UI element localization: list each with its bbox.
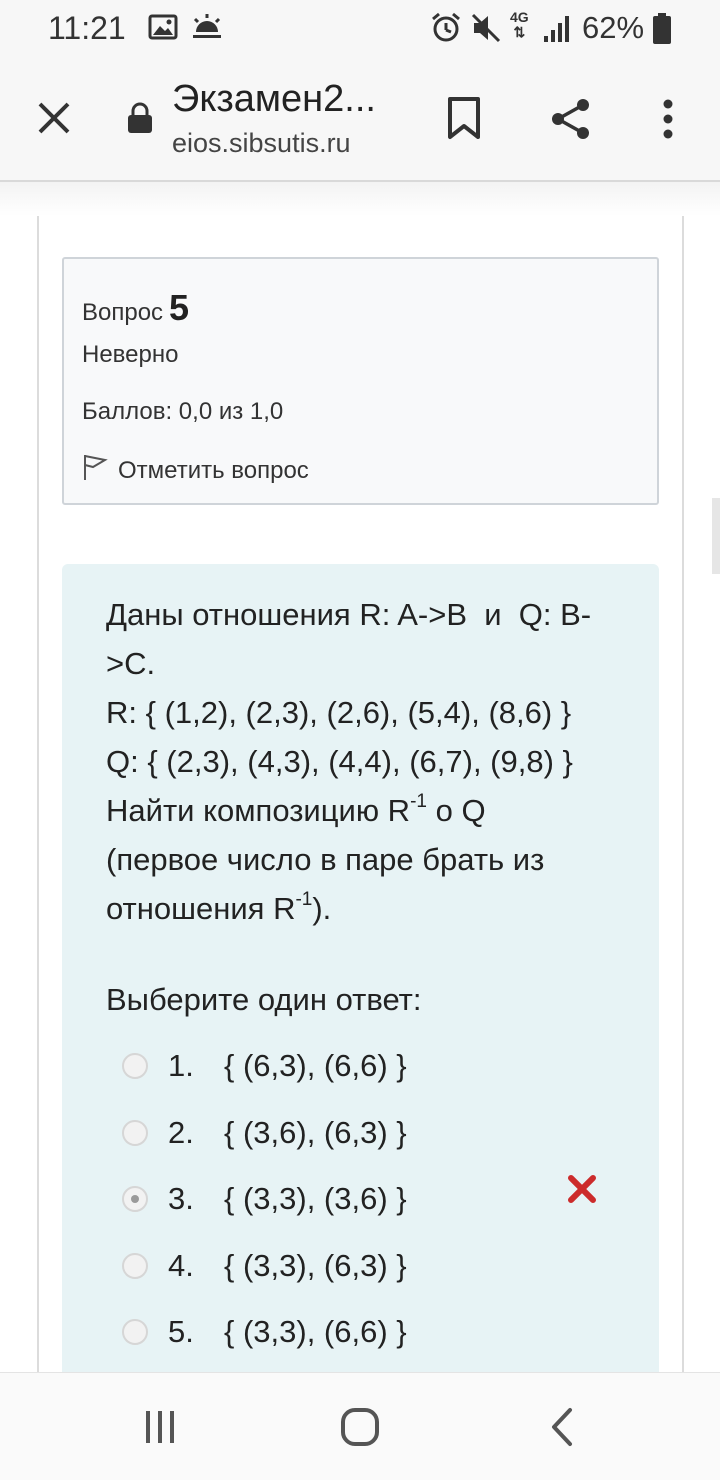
option-text: { (6,3), (6,6) } — [224, 1048, 407, 1083]
question-line: (первое число в паре брать из — [106, 842, 545, 877]
alarm-icon — [430, 12, 462, 49]
status-time: 11:21 — [48, 10, 126, 46]
battery-percent: 62% — [582, 10, 645, 45]
image-icon — [148, 12, 178, 47]
scrollbar[interactable] — [712, 498, 720, 574]
question-line: R: { (1,2), (2,3), (2,6), (5,4), (8,6) } — [106, 695, 572, 730]
question-line: Найти композицию R-1 o Q — [106, 790, 486, 828]
question-content: Даны отношения R: A->B и Q: B- >C. R: { … — [62, 564, 659, 1372]
option-text: { (3,3), (3,6) } — [224, 1181, 407, 1216]
question-label-text: Вопрос — [82, 299, 164, 326]
incorrect-icon — [567, 1174, 597, 1209]
radio-button[interactable] — [122, 1053, 148, 1079]
frame-border — [682, 216, 684, 1372]
recent-apps-icon[interactable] — [120, 1395, 200, 1459]
question-grade: Баллов: 0,0 из 1,0 — [82, 398, 284, 425]
frame-border — [37, 216, 39, 1372]
radio-button[interactable] — [122, 1253, 148, 1279]
radio-button[interactable] — [122, 1319, 148, 1345]
bookmark-icon[interactable] — [434, 86, 494, 150]
share-icon[interactable] — [540, 88, 602, 150]
option-number: 2. — [168, 1115, 194, 1150]
radio-button[interactable] — [122, 1120, 148, 1146]
signal-icon — [542, 12, 570, 49]
lock-icon[interactable] — [122, 100, 158, 136]
page-url[interactable]: eios.sibsutis.ru — [172, 128, 351, 159]
option-text: { (3,3), (6,3) } — [224, 1248, 407, 1283]
radio-button-checked[interactable] — [122, 1186, 148, 1212]
page-content: Вопрос 5 Неверно Баллов: 0,0 из 1,0 Отмет… — [0, 182, 720, 1372]
flag-icon — [82, 453, 108, 488]
answer-option[interactable]: 4. { (3,3), (6,3) } — [122, 1241, 602, 1291]
back-icon[interactable] — [522, 1395, 602, 1459]
answer-option[interactable]: 1. { (6,3), (6,6) } — [122, 1041, 602, 1091]
question-info-box: Вопрос 5 Неверно Баллов: 0,0 из 1,0 Отмет… — [62, 257, 659, 505]
option-number: 1. — [168, 1048, 194, 1083]
status-bar: 11:21 4G ⇅ 62% — [0, 0, 720, 58]
page-title[interactable]: Экзамен2... — [172, 78, 376, 121]
question-line: Даны отношения R: A->B и Q: B- — [106, 597, 592, 632]
home-icon[interactable] — [320, 1395, 400, 1459]
question-line: >C. — [106, 646, 156, 681]
answer-prompt: Выберите один ответ: — [106, 982, 422, 1017]
option-text: { (3,3), (6,6) } — [224, 1314, 407, 1349]
flag-question-link[interactable]: Отметить вопрос — [82, 453, 309, 488]
battery-icon — [652, 12, 672, 51]
answer-option[interactable]: 2. { (3,6), (6,3) } — [122, 1108, 602, 1158]
more-icon[interactable] — [648, 88, 688, 150]
network-4g-icon: 4G ⇅ — [510, 9, 529, 40]
question-text: Даны отношения R: A->B и Q: B- >C. R: { … — [106, 590, 626, 933]
browser-toolbar: Экзамен2... eios.sibsutis.ru — [0, 58, 720, 182]
option-number: 3. — [168, 1181, 194, 1216]
option-text: { (3,6), (6,3) } — [224, 1115, 407, 1150]
flag-question-label: Отметить вопрос — [118, 456, 309, 484]
close-icon[interactable] — [24, 88, 84, 148]
answer-option-selected[interactable]: 3. { (3,3), (3,6) } — [122, 1174, 602, 1224]
answer-option[interactable]: 5. { (3,3), (6,6) } — [122, 1307, 602, 1357]
question-line: Q: { (2,3), (4,3), (4,4), (6,7), (9,8) } — [106, 744, 573, 779]
question-label: Вопрос 5 — [82, 287, 189, 329]
page-shadow — [0, 182, 720, 216]
option-number: 4. — [168, 1248, 194, 1283]
question-state: Неверно — [82, 341, 179, 368]
question-number: 5 — [169, 287, 190, 328]
system-navbar — [0, 1372, 720, 1480]
option-number: 5. — [168, 1314, 194, 1349]
mute-icon — [470, 12, 502, 49]
question-line: отношения R-1). — [106, 888, 332, 926]
weather-icon — [190, 12, 224, 47]
